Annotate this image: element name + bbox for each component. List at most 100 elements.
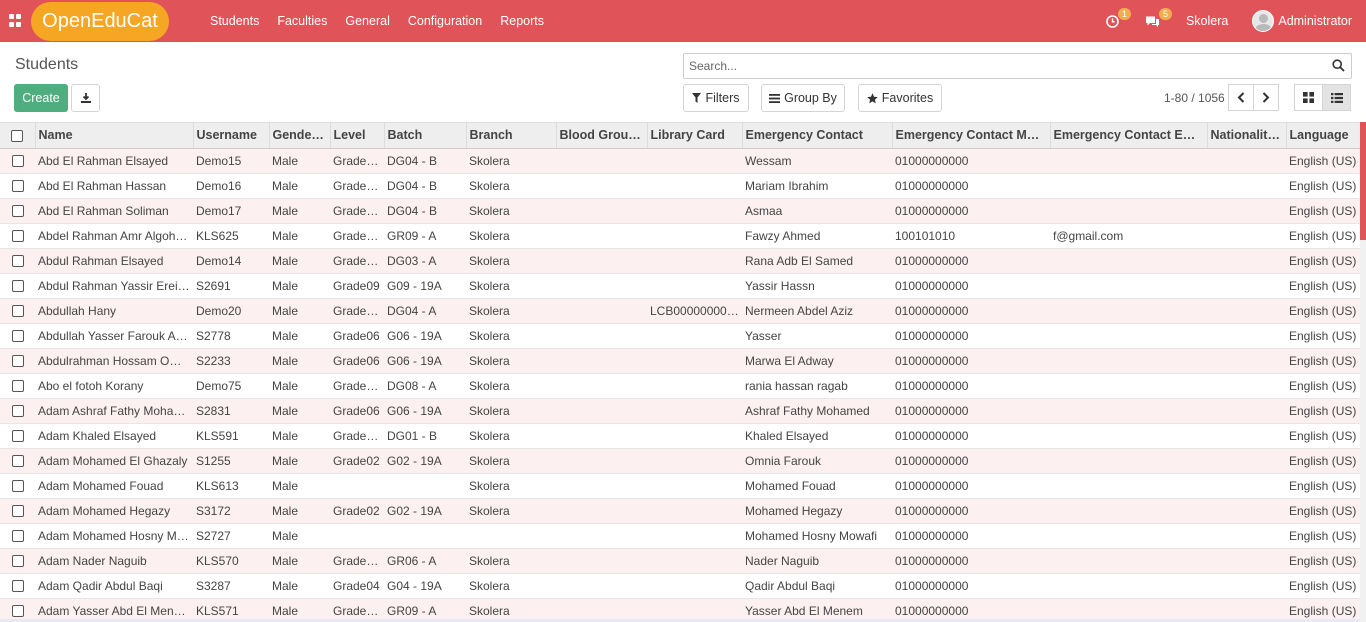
column-header-nationality[interactable]: Nationality…	[1207, 123, 1287, 149]
row-checkbox[interactable]	[11, 580, 24, 593]
activity-clock-icon[interactable]: 1	[1106, 7, 1131, 28]
table-row[interactable]: Adam Ashraf Fathy Moha… S2831 Male Grade06 G…	[0, 398, 1360, 424]
column-header-name[interactable]: Name	[35, 123, 194, 149]
company-switcher[interactable]: Skolera	[1186, 14, 1228, 28]
table-row[interactable]: Abdullah Yasser Farouk A… S2778 Male Grade0…	[0, 323, 1360, 349]
row-checkbox[interactable]	[11, 255, 24, 268]
row-checkbox-cell[interactable]	[0, 323, 35, 349]
row-checkbox[interactable]	[11, 330, 24, 343]
row-checkbox-cell[interactable]	[0, 348, 35, 374]
row-checkbox-cell[interactable]	[0, 398, 35, 424]
row-checkbox-cell[interactable]	[0, 473, 35, 499]
apps-menu-icon[interactable]	[9, 14, 22, 27]
messages-icon[interactable]: 5	[1145, 7, 1172, 28]
row-checkbox-cell[interactable]	[0, 273, 35, 299]
brand-logo[interactable]: OpenEduCat	[31, 2, 169, 41]
row-checkbox-cell[interactable]	[0, 548, 35, 574]
search-icon[interactable]	[1332, 59, 1345, 72]
row-checkbox[interactable]	[11, 180, 24, 193]
group-by-button[interactable]: Group By	[761, 84, 845, 112]
cell-language: English (US)	[1286, 448, 1360, 474]
menu-reports[interactable]: Reports	[491, 14, 553, 28]
menu-configuration[interactable]: Configuration	[399, 14, 491, 28]
row-checkbox[interactable]	[11, 380, 24, 393]
column-header-username[interactable]: Username	[193, 123, 270, 149]
search-input[interactable]	[684, 54, 1324, 78]
table-row[interactable]: Abdullah Hany Demo20 Male Grade … DG04 - A Sk…	[0, 298, 1360, 324]
row-checkbox-cell[interactable]	[0, 248, 35, 274]
row-checkbox[interactable]	[11, 455, 24, 468]
row-checkbox[interactable]	[11, 555, 24, 568]
table-row[interactable]: Abdel Rahman Amr Algohary KLS625 Male Grade…	[0, 223, 1360, 249]
row-checkbox-cell[interactable]	[0, 448, 35, 474]
row-checkbox[interactable]	[11, 605, 24, 618]
row-checkbox-cell[interactable]	[0, 223, 35, 249]
menu-students[interactable]: Students	[201, 14, 268, 28]
row-checkbox-cell[interactable]	[0, 498, 35, 524]
row-checkbox[interactable]	[11, 230, 24, 243]
cell-branch: Skolera	[466, 348, 556, 374]
select-all-checkbox[interactable]	[11, 129, 24, 142]
table-row[interactable]: Adam Khaled Elsayed KLS591 Male Grade … DG01…	[0, 423, 1360, 449]
cell-username: Demo75	[193, 373, 269, 399]
list-view-button[interactable]	[1322, 84, 1351, 111]
row-checkbox-cell[interactable]	[0, 373, 35, 399]
table-row[interactable]: Abdulrahman Hossam Omar S2233 Male Grade06 G…	[0, 348, 1360, 374]
row-checkbox[interactable]	[11, 505, 24, 518]
row-checkbox-cell[interactable]	[0, 423, 35, 449]
row-checkbox-cell[interactable]	[0, 148, 35, 174]
menu-general[interactable]: General	[336, 14, 398, 28]
column-header-batch[interactable]: Batch	[384, 123, 467, 149]
cell-language: English (US)	[1286, 498, 1360, 524]
row-checkbox[interactable]	[11, 280, 24, 293]
row-checkbox[interactable]	[11, 405, 24, 418]
table-row[interactable]: Abo el fotoh Korany Demo75 Male Grade … DG08…	[0, 373, 1360, 399]
row-checkbox[interactable]	[11, 155, 24, 168]
create-button[interactable]: Create	[14, 84, 68, 112]
user-menu[interactable]: Administrator	[1252, 10, 1352, 32]
table-row[interactable]: Abd El Rahman Soliman Demo17 Male Grade … DG…	[0, 198, 1360, 224]
column-header-emergency-contact-email[interactable]: Emergency Contact Ema…	[1050, 123, 1208, 149]
filters-button[interactable]: Filters	[683, 84, 749, 112]
kanban-view-button[interactable]	[1294, 84, 1323, 111]
row-checkbox[interactable]	[11, 305, 24, 318]
scrollbar-thumb[interactable]	[1360, 122, 1366, 240]
column-header-gender[interactable]: Gender…	[269, 123, 331, 149]
column-header-emergency-contact-mobile[interactable]: Emergency Contact Mob…	[892, 123, 1051, 149]
row-checkbox[interactable]	[11, 480, 24, 493]
table-row[interactable]: Adam Mohamed Hegazy S3172 Male Grade02 G02 -…	[0, 498, 1360, 524]
table-row[interactable]: Abdul Rahman Yassir Ereiba S2691 Male Grade…	[0, 273, 1360, 299]
table-row[interactable]: Abdul Rahman Elsayed Demo14 Male Grade … DG0…	[0, 248, 1360, 274]
row-checkbox-cell[interactable]	[0, 198, 35, 224]
column-header-emergency-contact[interactable]: Emergency Contact	[742, 123, 893, 149]
download-button[interactable]	[71, 84, 100, 112]
row-checkbox[interactable]	[11, 205, 24, 218]
row-checkbox[interactable]	[11, 355, 24, 368]
favorites-button[interactable]: Favorites	[858, 84, 942, 112]
row-checkbox-cell[interactable]	[0, 573, 35, 599]
select-all-checkbox-cell[interactable]	[0, 123, 36, 149]
row-checkbox-cell[interactable]	[0, 298, 35, 324]
table-row[interactable]: Adam Qadir Abdul Baqi S3287 Male Grade04 G04…	[0, 573, 1360, 599]
table-row[interactable]: Adam Mohamed Fouad KLS613 Male Skolera Moham…	[0, 473, 1360, 499]
pager-value[interactable]: 1-80 / 1056	[1164, 91, 1225, 105]
row-checkbox-cell[interactable]	[0, 173, 35, 199]
table-row[interactable]: Abd El Rahman Elsayed Demo15 Male Grade … DG…	[0, 148, 1360, 174]
cell-batch: GR06 - A	[384, 548, 466, 574]
column-header-library-card[interactable]: Library Card	[647, 123, 743, 149]
row-checkbox[interactable]	[11, 530, 24, 543]
table-row[interactable]: Adam Mohamed El Ghazaly S1255 Male Grade02 G…	[0, 448, 1360, 474]
menu-faculties[interactable]: Faculties	[268, 14, 336, 28]
pager-next-button[interactable]	[1253, 84, 1279, 111]
vertical-scrollbar[interactable]	[1360, 122, 1366, 622]
column-header-language[interactable]: Language	[1286, 123, 1360, 149]
pager-previous-button[interactable]	[1228, 84, 1254, 111]
column-header-blood-group[interactable]: Blood Group…	[556, 123, 648, 149]
table-row[interactable]: Adam Mohamed Hosny M… S2727 Male Mohamed Ho…	[0, 523, 1360, 549]
column-header-branch[interactable]: Branch	[466, 123, 557, 149]
table-row[interactable]: Abd El Rahman Hassan Demo16 Male Grade … DG0…	[0, 173, 1360, 199]
column-header-level[interactable]: Level	[330, 123, 385, 149]
table-row[interactable]: Adam Nader Naguib KLS570 Male Grade … GR06 -…	[0, 548, 1360, 574]
row-checkbox-cell[interactable]	[0, 523, 35, 549]
row-checkbox[interactable]	[11, 430, 24, 443]
